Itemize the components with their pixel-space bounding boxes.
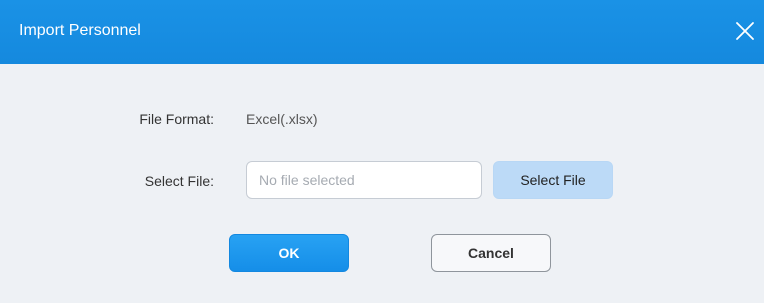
close-icon: [731, 17, 759, 45]
select-file-button[interactable]: Select File: [493, 161, 613, 199]
dialog-titlebar: Import Personnel: [0, 0, 764, 64]
import-personnel-dialog: Import Personnel File Format: Excel(.xls…: [0, 0, 764, 303]
select-file-label: Select File:: [144, 173, 214, 189]
dialog-title: Import Personnel: [19, 22, 141, 39]
cancel-button[interactable]: Cancel: [431, 234, 551, 272]
file-format-value: Excel(.xlsx): [246, 111, 318, 127]
file-format-label: File Format:: [139, 111, 214, 127]
close-button[interactable]: [731, 17, 759, 45]
ok-button[interactable]: OK: [229, 234, 349, 272]
selected-file-field[interactable]: [246, 161, 482, 199]
